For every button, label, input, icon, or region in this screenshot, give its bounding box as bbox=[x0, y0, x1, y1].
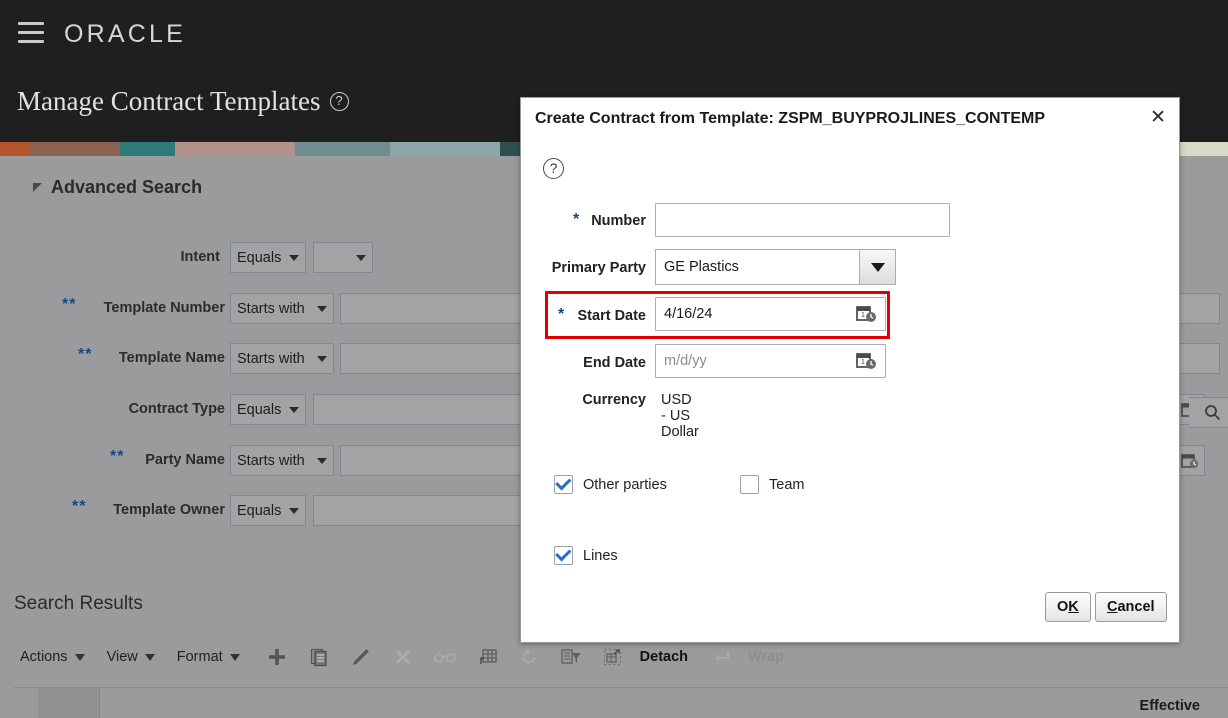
results-toolbar: Actions View Format Detach Wrap bbox=[20, 643, 802, 671]
ok-button[interactable]: OK bbox=[1045, 592, 1091, 622]
checkbox-lines-label: Lines bbox=[583, 547, 618, 564]
cancel-button-suffix: ancel bbox=[1117, 599, 1155, 615]
svg-text:1: 1 bbox=[861, 359, 865, 366]
create-contract-dialog: Create Contract from Template: ZSPM_BUYP… bbox=[520, 97, 1180, 643]
chevron-down-icon bbox=[317, 305, 327, 312]
search-label-contract-type: Contract Type bbox=[128, 401, 225, 417]
banner-stripe bbox=[30, 142, 120, 156]
banner-stripe bbox=[175, 142, 295, 156]
page-title: Manage Contract Templates ? bbox=[17, 86, 349, 117]
search-operator-template-number[interactable]: Starts with bbox=[230, 293, 334, 324]
chevron-down-icon bbox=[289, 254, 299, 261]
ok-button-accesskey: K bbox=[1068, 599, 1079, 615]
help-icon[interactable]: ? bbox=[543, 158, 564, 179]
checkbox-lines-box[interactable] bbox=[554, 546, 573, 565]
search-label-template-owner: Template Owner bbox=[113, 502, 225, 518]
search-operator-party-name[interactable]: Starts with bbox=[230, 445, 334, 476]
currency-value: USD - US Dollar bbox=[661, 392, 699, 440]
search-value-intent[interactable] bbox=[313, 242, 373, 273]
end-date-placeholder: m/d/yy bbox=[664, 353, 707, 369]
search-label-intent: Intent bbox=[180, 249, 220, 265]
banner-stripe bbox=[0, 142, 30, 156]
search-label-template-number: Template Number bbox=[103, 300, 225, 316]
chevron-down-icon bbox=[317, 457, 327, 464]
refresh-icon bbox=[514, 644, 544, 670]
search-results-title: Search Results bbox=[14, 593, 143, 614]
field-label-end-date: End Date bbox=[583, 355, 646, 371]
field-label-number: Number bbox=[591, 213, 646, 229]
detach-icon[interactable] bbox=[598, 644, 628, 670]
checkbox-other-parties-box[interactable] bbox=[554, 475, 573, 494]
add-icon[interactable] bbox=[262, 644, 292, 670]
edit-pencil-icon[interactable] bbox=[346, 644, 376, 670]
hamburger-menu-icon[interactable] bbox=[18, 22, 44, 46]
field-label-currency: Currency bbox=[582, 392, 646, 408]
banner-stripe bbox=[390, 142, 500, 156]
cancel-button[interactable]: Cancel bbox=[1095, 592, 1167, 622]
calendar-clock-icon bbox=[1180, 454, 1198, 469]
start-date-input[interactable]: 4/16/24 1 bbox=[655, 297, 886, 331]
wrap-icon bbox=[706, 644, 736, 670]
help-icon[interactable]: ? bbox=[329, 92, 349, 111]
view-glasses-icon bbox=[430, 644, 460, 670]
checkbox-other-parties[interactable]: Other parties bbox=[554, 475, 667, 494]
field-label-primary-party: Primary Party bbox=[551, 260, 646, 276]
field-label-start-date: Start Date bbox=[577, 308, 647, 324]
checkbox-team[interactable]: Team bbox=[740, 475, 804, 494]
column-header-effective[interactable]: Effective bbox=[1140, 698, 1200, 714]
checkbox-lines[interactable]: Lines bbox=[554, 546, 618, 565]
results-table-header: Effective bbox=[14, 687, 1228, 718]
search-operator-template-name[interactable]: Starts with bbox=[230, 343, 334, 374]
actions-menu[interactable]: Actions bbox=[20, 649, 85, 665]
calendar-clock-icon[interactable]: 1 bbox=[856, 351, 878, 371]
table-columns: Effective bbox=[100, 688, 1228, 718]
freeze-grid-icon[interactable] bbox=[472, 644, 502, 670]
ok-button-prefix: O bbox=[1057, 599, 1069, 615]
chevron-down-icon bbox=[74, 653, 85, 661]
search-label-party-name: Party Name bbox=[145, 452, 225, 468]
dropdown-triangle-icon[interactable] bbox=[860, 249, 896, 285]
search-submit-button[interactable] bbox=[1189, 397, 1228, 428]
detach-label[interactable]: Detach bbox=[640, 649, 688, 665]
advanced-search-header[interactable]: Advanced Search bbox=[33, 177, 202, 198]
checkbox-team-label: Team bbox=[769, 476, 805, 493]
detach-filter-icon[interactable] bbox=[556, 644, 586, 670]
chevron-down-icon bbox=[317, 355, 327, 362]
svg-text:1: 1 bbox=[861, 312, 865, 319]
banner-stripe bbox=[295, 142, 390, 156]
dialog-title: Create Contract from Template: ZSPM_BUYP… bbox=[535, 110, 1046, 127]
search-operator-contract-type[interactable]: Equals bbox=[230, 394, 306, 425]
checkbox-team-box[interactable] bbox=[740, 475, 759, 494]
wrap-label: Wrap bbox=[748, 649, 785, 665]
chevron-down-icon bbox=[289, 406, 299, 413]
search-operator-intent[interactable]: Equals bbox=[230, 242, 306, 273]
search-icon bbox=[1205, 405, 1221, 421]
oracle-logo: ORACLE bbox=[64, 20, 187, 48]
chevron-down-icon bbox=[289, 507, 299, 514]
chevron-down-icon bbox=[229, 653, 240, 661]
advanced-search-title: Advanced Search bbox=[51, 177, 203, 197]
banner-stripe bbox=[120, 142, 175, 156]
delete-x-icon bbox=[388, 644, 418, 670]
chevron-down-icon bbox=[144, 653, 155, 661]
format-menu[interactable]: Format bbox=[177, 649, 240, 665]
table-row-select-column bbox=[38, 688, 100, 718]
collapse-triangle-icon[interactable] bbox=[33, 183, 42, 192]
number-input[interactable] bbox=[655, 203, 950, 237]
page-title-text: Manage Contract Templates bbox=[17, 86, 321, 116]
duplicate-icon[interactable] bbox=[304, 644, 334, 670]
checkbox-other-parties-label: Other parties bbox=[583, 476, 667, 493]
close-icon[interactable]: ✕ bbox=[1150, 108, 1166, 128]
cancel-button-accesskey: C bbox=[1107, 599, 1118, 615]
search-label-template-name: Template Name bbox=[118, 350, 225, 366]
calendar-clock-icon[interactable]: 1 bbox=[856, 304, 878, 324]
primary-party-combobox[interactable]: GE Plastics bbox=[655, 249, 896, 285]
search-operator-template-owner[interactable]: Equals bbox=[230, 495, 306, 526]
primary-party-input[interactable]: GE Plastics bbox=[655, 249, 860, 285]
end-date-input[interactable]: m/d/yy 1 bbox=[655, 344, 886, 378]
chevron-down-icon bbox=[356, 254, 366, 261]
view-menu[interactable]: View bbox=[107, 649, 155, 665]
